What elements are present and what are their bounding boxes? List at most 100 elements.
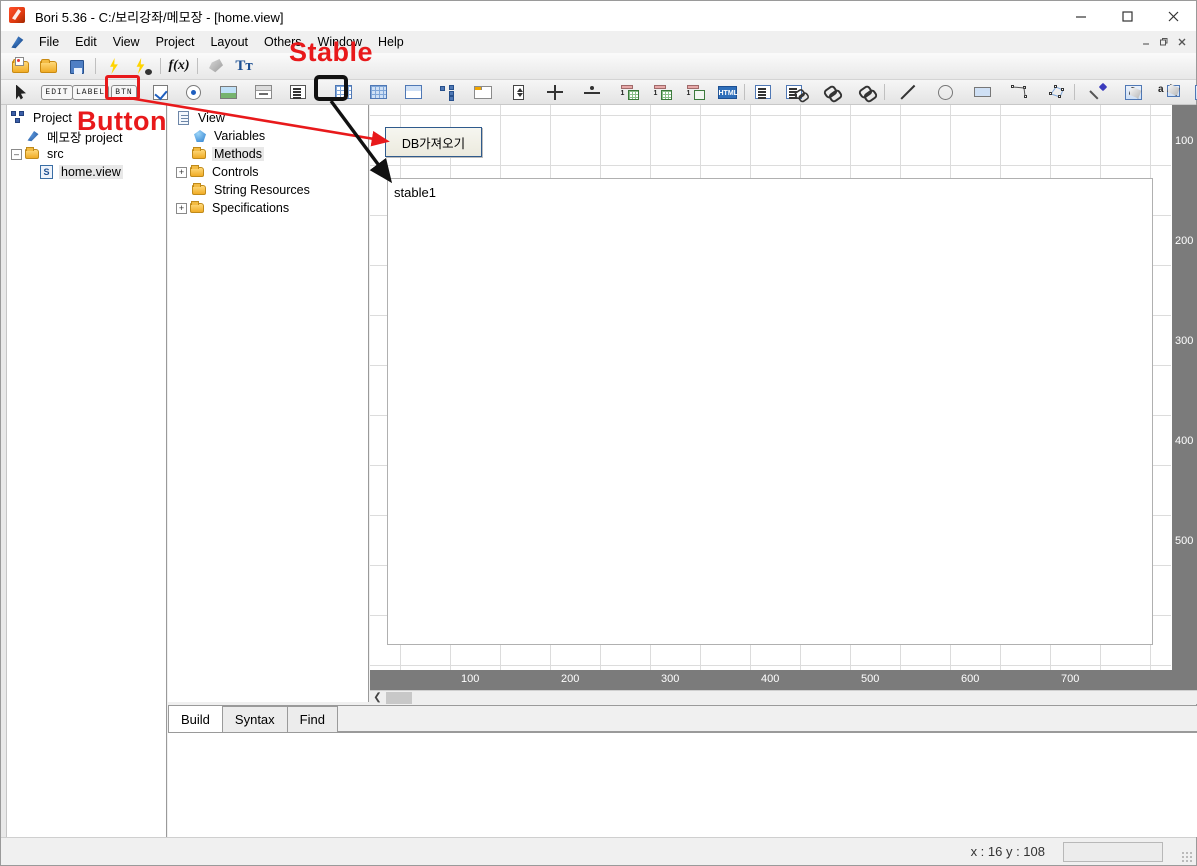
text-fill-tool[interactable]: a	[1155, 81, 1181, 104]
border-fill-tool[interactable]	[1190, 81, 1197, 104]
tree-expander[interactable]: +	[176, 166, 187, 178]
label-tool-label: LABEL	[72, 84, 110, 100]
ruler-tick: 200	[1175, 235, 1194, 247]
menu-item-view[interactable]: View	[105, 33, 148, 51]
tree-item-label: src	[47, 147, 64, 161]
fill-bucket-tool[interactable]	[1120, 81, 1146, 104]
fill-color-icon[interactable]	[203, 55, 229, 78]
menu-quill-icon	[9, 34, 25, 50]
status-bar: x : 16 y : 108	[1, 837, 1196, 865]
link-tool[interactable]	[818, 81, 844, 104]
db-import-button[interactable]: DB가져오기	[385, 127, 482, 157]
groupbox-control-tool[interactable]	[250, 81, 276, 104]
menu-item-window[interactable]: Window	[310, 33, 370, 51]
mdi-restore-button[interactable]	[1156, 34, 1172, 50]
ruler-tick: 600	[961, 673, 980, 685]
tree-expander[interactable]: +	[176, 202, 187, 214]
polyline-draw-tool[interactable]	[1006, 81, 1032, 104]
gem-icon	[192, 128, 208, 144]
link-property-tool[interactable]	[783, 81, 809, 104]
open-folder-icon[interactable]	[36, 55, 62, 78]
ruler-tick: 300	[661, 673, 680, 685]
checkbox-control-tool[interactable]	[147, 81, 173, 104]
numgrid-1-tool[interactable]: 1	[616, 81, 642, 104]
link-break-tool[interactable]	[853, 81, 879, 104]
close-button[interactable]	[1150, 1, 1196, 31]
canvas-horizontal-scrollbar[interactable]: ❮	[370, 690, 1197, 704]
ruler-tick: 100	[461, 673, 480, 685]
toolbar-separator	[95, 58, 96, 74]
tab-control-tool[interactable]	[470, 81, 496, 104]
form-canvas[interactable]: DB가져오기 stable1	[370, 105, 1171, 670]
menu-item-file[interactable]: File	[31, 33, 67, 51]
view-outline-panel: View Variables Methods + Controls String…	[168, 105, 369, 702]
function-icon-label: f(x)	[168, 58, 190, 73]
toolbar-separator	[1074, 84, 1075, 100]
application-window: Bori 5.36 - C:/보리강좌/메모장 - [home.view] Fi…	[0, 0, 1197, 866]
minimize-button[interactable]	[1058, 1, 1104, 31]
stable1-control[interactable]: stable1	[387, 178, 1153, 645]
tree-item-controls[interactable]: + Controls	[176, 163, 368, 181]
save-icon[interactable]	[64, 55, 90, 78]
resize-grip-icon[interactable]	[1181, 850, 1193, 863]
dtable-control-tool[interactable]	[400, 81, 426, 104]
menu-item-edit[interactable]: Edit	[67, 33, 105, 51]
ellipse-draw-tool[interactable]	[932, 81, 958, 104]
line-draw-tool[interactable]	[895, 81, 921, 104]
menu-item-layout[interactable]: Layout	[202, 33, 256, 51]
image-control-tool[interactable]	[215, 81, 241, 104]
menu-bar: File Edit View Project Layout Others Win…	[1, 31, 1196, 53]
output-panel: Build Syntax Find	[168, 705, 1197, 837]
tree-item-home-view[interactable]: S home.view	[11, 163, 166, 181]
tree-item-variables[interactable]: Variables	[176, 127, 368, 145]
tree-item-string-resources[interactable]: String Resources	[176, 181, 368, 199]
scroll-left-arrow-icon[interactable]: ❮	[370, 691, 385, 705]
numgrid-3-tool[interactable]: 1	[682, 81, 708, 104]
tab-syntax[interactable]: Syntax	[221, 706, 288, 732]
html-tool-label: HTML	[717, 85, 738, 99]
listbox-control-tool[interactable]	[285, 81, 311, 104]
numgrid-2-tool[interactable]: 1	[649, 81, 675, 104]
tree-item-view[interactable]: View	[176, 109, 368, 127]
align-horizontal-tool[interactable]	[542, 81, 568, 104]
menu-item-help[interactable]: Help	[370, 33, 412, 51]
mdi-minimize-button[interactable]	[1138, 34, 1154, 50]
label-control-tool[interactable]: LABEL	[72, 81, 110, 104]
window-controls	[1058, 1, 1196, 31]
design-canvas-area[interactable]: DB가져오기 stable1	[370, 105, 1197, 702]
tree-item-specifications[interactable]: + Specifications	[176, 199, 368, 217]
view-file-icon: S	[39, 164, 55, 180]
tab-build[interactable]: Build	[168, 705, 223, 732]
polygon-draw-tool[interactable]	[1043, 81, 1069, 104]
tree-item-methods[interactable]: Methods	[176, 145, 368, 163]
rectangle-draw-tool[interactable]	[969, 81, 995, 104]
tree-item-memo-project[interactable]: 메모장 project	[11, 127, 166, 145]
stable-control-tool[interactable]	[365, 81, 391, 104]
scrollbar-thumb[interactable]	[386, 691, 412, 704]
mdi-close-button[interactable]	[1174, 34, 1190, 50]
select-pointer-tool[interactable]	[8, 81, 34, 104]
radio-control-tool[interactable]	[180, 81, 206, 104]
tree-control-tool[interactable]	[435, 81, 461, 104]
align-vertical-tool[interactable]	[579, 81, 605, 104]
eyedropper-tool[interactable]	[1085, 81, 1111, 104]
edit-control-tool[interactable]: EDIT	[41, 81, 73, 104]
tab-find[interactable]: Find	[286, 706, 338, 732]
maximize-button[interactable]	[1104, 1, 1150, 31]
function-icon[interactable]: f(x)	[166, 55, 192, 78]
menu-item-others[interactable]: Others	[256, 33, 310, 51]
new-file-icon[interactable]	[8, 55, 34, 78]
html-control-tool[interactable]: HTML	[715, 81, 739, 104]
tree-item-project[interactable]: Project	[11, 109, 166, 127]
controls-toolbar: EDIT LABEL BTN 1 1 1 HTML a	[1, 80, 1197, 105]
menu-item-project[interactable]: Project	[148, 33, 203, 51]
tree-expander[interactable]: –	[11, 148, 22, 160]
window-title: Bori 5.36 - C:/보리강좌/메모장 - [home.view]	[35, 9, 284, 25]
property-list-tool[interactable]	[750, 81, 776, 104]
app-feather-icon	[9, 7, 27, 25]
spin-control-tool[interactable]	[505, 81, 531, 104]
font-icon[interactable]: Tт	[231, 55, 257, 78]
tree-item-label: View	[198, 111, 225, 125]
ruler-tick: 400	[1175, 435, 1194, 447]
tree-item-src[interactable]: – src	[11, 145, 166, 163]
